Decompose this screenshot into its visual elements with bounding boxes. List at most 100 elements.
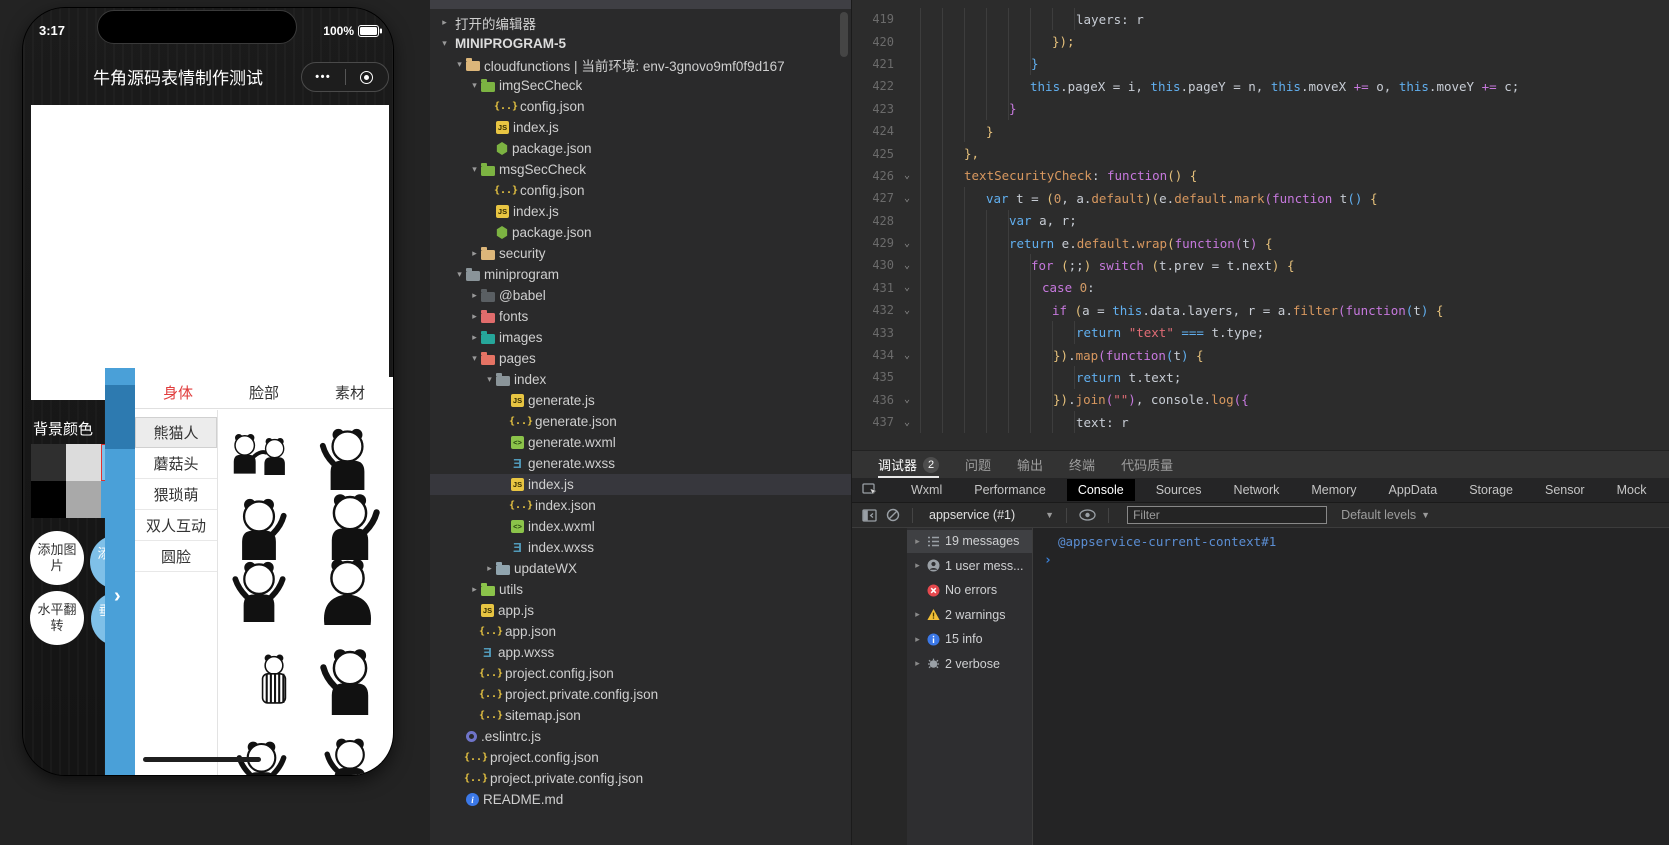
devtools-tab-performance[interactable]: Performance: [963, 479, 1057, 501]
tree-item-generate.json[interactable]: {..} generate.json: [430, 411, 851, 432]
tree-item-index.js[interactable]: JS index.js: [430, 474, 851, 495]
code-line-433[interactable]: 433 return "text" === t.type;: [852, 321, 1669, 344]
debugger-tab-问题[interactable]: 问题: [965, 451, 991, 478]
code-line-424[interactable]: 424}: [852, 119, 1669, 143]
action-button-水平翻转[interactable]: 水平翻转: [30, 591, 84, 645]
fold-chevron-icon[interactable]: ⌄: [894, 170, 920, 181]
tree-item-package.json[interactable]: package.json: [430, 222, 851, 243]
code-line-430[interactable]: 430 ⌄ for (;;) switch (t.prev = t.next) {: [852, 254, 1669, 277]
tree-item-miniprogram[interactable]: ▾ miniprogram: [430, 264, 851, 285]
chevron-right-icon[interactable]: ›: [114, 586, 121, 606]
sticker-thumb-panda-cutting[interactable]: [305, 645, 393, 715]
devtools-tab-memory[interactable]: Memory: [1300, 479, 1367, 501]
fold-chevron-icon[interactable]: ⌄: [894, 394, 920, 405]
tree-item-miniprogram-5[interactable]: ▾ MINIPROGRAM-5: [430, 33, 851, 54]
tree-item-index.wxss[interactable]: Ǝindex.wxss: [430, 537, 851, 558]
sticker-tab-脸部[interactable]: 脸部: [221, 377, 307, 408]
console-output[interactable]: @appservice-current-context#1 ›: [1034, 528, 1669, 845]
code-line-422[interactable]: 422 this .pageX = i, this .pageY = n, this.…: [852, 75, 1669, 98]
exit-target-icon[interactable]: [346, 70, 389, 84]
fold-chevron-icon[interactable]: ⌄: [894, 282, 920, 293]
sticker-tab-素材[interactable]: 素材: [307, 377, 393, 408]
code-line-421[interactable]: 421}: [852, 52, 1669, 76]
code-line-436[interactable]: 436 ⌄}). join(""), console. log({: [852, 388, 1669, 412]
console-filter-2-warnings[interactable]: ▸ 2 warnings: [907, 604, 1032, 627]
tree-item-app.js[interactable]: JS app.js: [430, 600, 851, 621]
tree-item-fonts[interactable]: ▸ fonts: [430, 306, 851, 327]
color-swatch[interactable]: [66, 444, 101, 481]
code-line-429[interactable]: 429 ⌄ return e. default. wrap(function(t) {: [852, 231, 1669, 255]
action-button-添加图片[interactable]: 添加图片: [30, 531, 84, 585]
tree-item-app.json[interactable]: {..} app.json: [430, 621, 851, 642]
tree-item-project.config.json[interactable]: {..} project.config.json: [430, 663, 851, 684]
console-filter-2-verbose[interactable]: ▸ 2 verbose: [907, 653, 1032, 676]
tree-item-imgseccheck[interactable]: ▾ imgSecCheck: [430, 75, 851, 96]
color-swatch[interactable]: [66, 481, 101, 518]
execution-context-selector[interactable]: appservice (#1): [929, 508, 1015, 522]
code-line-425[interactable]: 425},: [852, 142, 1669, 165]
tree-item-index.js[interactable]: JS index.js: [430, 117, 851, 138]
color-swatch[interactable]: [31, 481, 66, 518]
code-line-432[interactable]: 432 ⌄ if (a = this .data.layers, r = a. filt…: [852, 299, 1669, 322]
tree-item-generate.wxml[interactable]: <> generate.wxml: [430, 432, 851, 453]
devtools-tab-sensor[interactable]: Sensor: [1534, 479, 1596, 501]
emoji-edit-canvas[interactable]: [31, 105, 389, 400]
tree-item-config.json[interactable]: {..} config.json: [430, 180, 851, 201]
tree-item-app.wxss[interactable]: Ǝapp.wxss: [430, 642, 851, 663]
clear-console-icon[interactable]: [886, 508, 900, 522]
tree-item-@babel[interactable]: ▸ @babel: [430, 285, 851, 306]
console-prompt-chevron[interactable]: ›: [1044, 553, 1052, 568]
tree-item-pages[interactable]: ▾ pages: [430, 348, 851, 369]
code-line-426[interactable]: 426 ⌄ textSecurityCheck: function() {: [852, 164, 1669, 188]
devtools-tab-wxml[interactable]: Wxml: [900, 479, 953, 501]
eye-watch-icon[interactable]: [1079, 509, 1096, 521]
code-line-423[interactable]: 423}: [852, 97, 1669, 120]
devtools-tab-console[interactable]: Console: [1066, 479, 1135, 501]
tree-item-generate.wxss[interactable]: Ǝgenerate.wxss: [430, 453, 851, 474]
tree-item-project.private.config.json[interactable]: {..} project.private.config.json: [430, 684, 851, 705]
tree-item-index.wxml[interactable]: <> index.wxml: [430, 516, 851, 537]
tree-item-sitemap.json[interactable]: {..} sitemap.json: [430, 705, 851, 726]
devtools-tab-sources[interactable]: Sources: [1145, 479, 1213, 501]
toggle-console-sidebar-icon[interactable]: [862, 508, 878, 522]
tree-item-msgseccheck[interactable]: ▾ msgSecCheck: [430, 159, 851, 180]
devtools-tab-mock[interactable]: Mock: [1606, 479, 1658, 501]
sticker-thumb-panda-hug-pair[interactable]: [218, 422, 300, 490]
tree-item-utils[interactable]: ▸ utils: [430, 579, 851, 600]
chevron-down-icon[interactable]: ▼: [1045, 510, 1054, 520]
tree-item-index[interactable]: ▾ index: [430, 369, 851, 390]
tree-item-updatewx[interactable]: ▸ updateWX: [430, 558, 851, 579]
devtools-tab-storage[interactable]: Storage: [1458, 479, 1524, 501]
more-icon[interactable]: •••: [302, 71, 345, 83]
tree-item-readme.md[interactable]: i README.md: [430, 789, 851, 810]
tree-item-cloudfunctions-env-3gnovo9mf0f9d167[interactable]: ▾ cloudfunctions | 当前环境: env-3gnovo9mf0f9…: [430, 54, 851, 75]
sticker-category-蘑菇头[interactable]: 蘑菇头: [135, 448, 217, 479]
fold-chevron-icon[interactable]: ⌄: [894, 305, 920, 316]
debugger-tab-代码质量[interactable]: 代码质量: [1121, 451, 1173, 478]
panel-collapse-bar[interactable]: ›: [105, 368, 135, 775]
sticker-tab-身体[interactable]: 身体: [135, 377, 221, 408]
code-editor[interactable]: 419 layers: r 420}); 421} 422 this .pageX = i,…: [852, 0, 1669, 450]
inspect-element-icon[interactable]: [852, 483, 887, 497]
console-context-message[interactable]: @appservice-current-context#1: [1058, 534, 1276, 549]
sticker-category-双人互动[interactable]: 双人互动: [135, 510, 217, 541]
tree-item-security[interactable]: ▸ security: [430, 243, 851, 264]
sticker-thumb-panda-fist[interactable]: [310, 735, 390, 775]
sticker-thumb-panda-slingshot[interactable]: [305, 425, 390, 490]
debugger-tab-调试器[interactable]: 调试器 2: [878, 451, 940, 478]
code-line-427[interactable]: 427 ⌄ var t = (0, a. default)(e. default. mar…: [852, 187, 1669, 210]
color-swatch[interactable]: [31, 444, 66, 481]
fold-chevron-icon[interactable]: ⌄: [894, 238, 920, 249]
code-line-437[interactable]: 437 ⌄ text: r: [852, 411, 1669, 434]
sticker-thumb-panda-back[interactable]: [305, 555, 390, 625]
console-filter-15-info[interactable]: ▸ 15 info: [907, 628, 1032, 651]
sticker-category-猥琐萌[interactable]: 猥琐萌: [135, 479, 217, 510]
sticker-category-圆脸[interactable]: 圆脸: [135, 541, 217, 572]
tree-item-index.json[interactable]: {..} index.json: [430, 495, 851, 516]
capsule-button[interactable]: •••: [301, 62, 389, 92]
console-filter-input[interactable]: [1127, 506, 1328, 524]
tree-item-images[interactable]: ▸ images: [430, 327, 851, 348]
devtools-tab-appdata[interactable]: AppData: [1378, 479, 1449, 501]
sticker-thumb-panda-pointing[interactable]: [218, 495, 300, 560]
sticker-thumb-panda-gesture[interactable]: [310, 490, 390, 560]
